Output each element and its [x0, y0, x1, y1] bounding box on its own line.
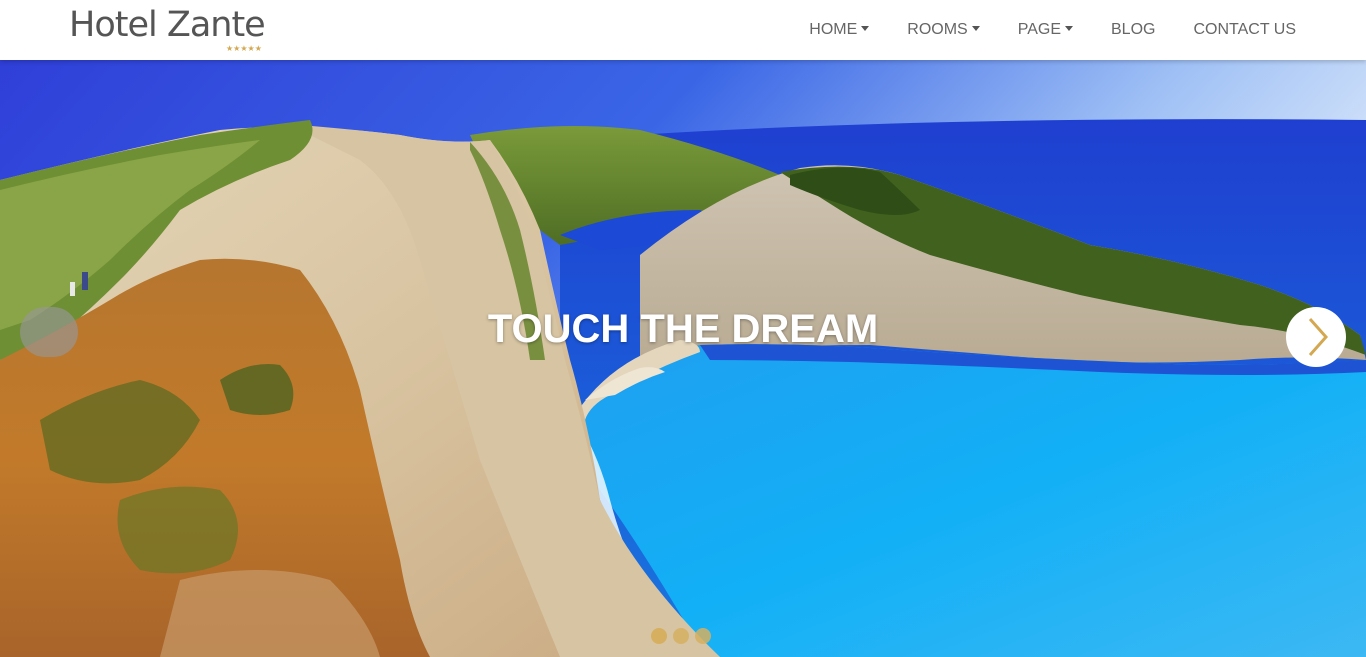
chevron-left-icon [20, 307, 78, 357]
caret-down-icon [971, 26, 980, 31]
slider-dot-2[interactable] [673, 628, 689, 644]
nav-item-label: HOME [809, 21, 858, 38]
nav-item-home[interactable]: HOME [809, 21, 870, 39]
top-navbar: Hotel Zante ★★★★★ HOME ROOMS PAGE BLOG C… [0, 0, 1366, 60]
slider-prev-button[interactable] [20, 307, 78, 357]
hero-background-image [0, 60, 1366, 657]
nav-item-contact-us[interactable]: CONTACT US [1193, 21, 1296, 39]
nav-item-label: PAGE [1017, 21, 1061, 38]
slider-pagination [651, 628, 717, 644]
nav-item-page[interactable]: PAGE [1018, 21, 1073, 39]
nav-item-rooms[interactable]: ROOMS [907, 21, 980, 39]
brand-name: Hotel Zante [69, 5, 266, 45]
brand-stars: ★★★★★ [226, 44, 262, 53]
nav-item-label: CONTACT US [1193, 21, 1296, 38]
chevron-right-icon [1308, 318, 1329, 356]
nav-item-label: ROOMS [907, 21, 968, 38]
main-menu: HOME ROOMS PAGE BLOG CONTACT US [771, 0, 1296, 60]
slider-dot-3[interactable] [695, 628, 711, 644]
hero-caption: TOUCH THE DREAM [487, 307, 879, 351]
slider-next-button[interactable] [1286, 307, 1346, 367]
caret-down-icon [861, 26, 870, 31]
caret-down-icon [1065, 26, 1073, 31]
brand-logo[interactable]: Hotel Zante ★★★★★ [69, 4, 279, 54]
slider-dot-1[interactable] [651, 628, 667, 644]
nav-item-blog[interactable]: BLOG [1111, 21, 1155, 39]
nav-item-label: BLOG [1111, 21, 1156, 38]
hero-slider: TOUCH THE DREAM [0, 60, 1366, 657]
